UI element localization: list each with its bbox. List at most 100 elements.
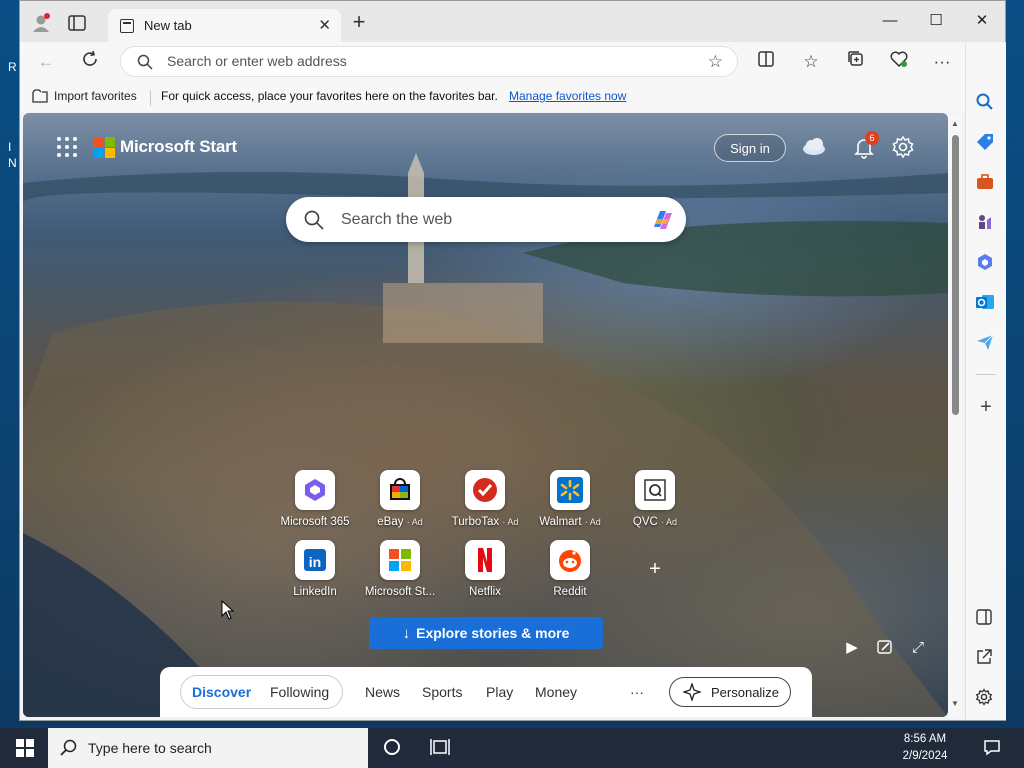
notification-count-badge: 6: [865, 131, 879, 145]
tab-play[interactable]: Play: [486, 684, 513, 700]
tile-label: Reddit: [553, 586, 587, 598]
back-icon[interactable]: ←: [34, 50, 58, 74]
more-tabs-button[interactable]: ···: [630, 684, 644, 700]
tab-news[interactable]: News: [365, 684, 400, 700]
favorites-icon[interactable]: ☆: [799, 50, 823, 74]
tab-money[interactable]: Money: [535, 684, 577, 700]
clock-time: 8:56 AM: [903, 733, 947, 745]
clock-date: 2/9/2024: [902, 750, 948, 762]
page-settings-gear-icon[interactable]: [891, 135, 915, 159]
tab-following[interactable]: Following: [270, 684, 329, 700]
expand-icon[interactable]: ⤢: [909, 639, 927, 657]
shopping-tag-icon[interactable]: [975, 132, 997, 154]
search-icon[interactable]: [975, 92, 997, 114]
quick-link-tile[interactable]: QVC · Ad: [615, 470, 695, 536]
tab-title: New tab: [144, 18, 192, 33]
close-tab-icon[interactable]: ✕: [318, 16, 331, 34]
address-input[interactable]: [167, 53, 687, 69]
settings-more-icon[interactable]: ···: [930, 50, 954, 74]
edit-background-icon[interactable]: [876, 639, 894, 657]
play-icon[interactable]: ▶: [843, 639, 861, 657]
scroll-up-icon[interactable]: ▲: [951, 119, 959, 128]
personalize-label: Personalize: [711, 685, 779, 700]
scroll-thumb[interactable]: [952, 135, 959, 415]
qvc-icon: [635, 470, 675, 510]
sidebar-settings-gear-icon[interactable]: [975, 688, 997, 710]
tile-label: QVC · Ad: [632, 516, 678, 528]
sparkle-star-icon: [683, 683, 701, 701]
quick-link-tile[interactable]: Walmart · Ad: [530, 470, 610, 536]
feed-navigation: Discover Following News Sports Play Mone…: [160, 667, 812, 717]
quick-link-tile[interactable]: Microsoft 365: [275, 470, 355, 536]
action-center-icon[interactable]: [982, 738, 1002, 758]
favorites-bar: Import favorites For quick access, place…: [20, 82, 1005, 112]
hide-sidebar-icon[interactable]: [975, 608, 997, 630]
copilot-icon[interactable]: [648, 205, 678, 235]
tab-discover[interactable]: Discover: [192, 684, 251, 700]
tab-new-tab[interactable]: New tab ✕: [108, 9, 341, 43]
turbotax-icon: [465, 470, 505, 510]
tab-actions-icon[interactable]: [68, 15, 86, 31]
maximize-button[interactable]: ☐: [913, 7, 959, 35]
taskbar-search-box[interactable]: Type here to search: [48, 728, 368, 768]
quick-link-tile[interactable]: TurboTax · Ad: [445, 470, 525, 536]
ebay-icon: [380, 470, 420, 510]
sign-in-button[interactable]: Sign in: [714, 134, 786, 162]
profile-icon[interactable]: [30, 12, 52, 34]
add-sidebar-app-icon[interactable]: +: [975, 396, 997, 418]
open-external-icon[interactable]: [975, 648, 997, 670]
quick-link-tile[interactable]: Microsoft St...: [360, 540, 440, 606]
divider: [150, 90, 151, 106]
mouse-cursor-icon: [221, 600, 235, 620]
task-view-icon[interactable]: [430, 738, 450, 758]
games-chess-icon[interactable]: [975, 212, 997, 234]
browser-essentials-icon[interactable]: [887, 50, 911, 74]
explore-stories-button[interactable]: ↓ Explore stories & more: [369, 617, 603, 649]
tile-label: Netflix: [469, 586, 501, 598]
import-favorites-button[interactable]: Import favorites: [32, 89, 137, 103]
personalize-button[interactable]: Personalize: [669, 677, 791, 707]
quick-link-tile[interactable]: eBay · Ad: [360, 470, 440, 536]
taskbar-search-placeholder: Type here to search: [88, 740, 212, 756]
add-site-button[interactable]: +: [635, 549, 675, 589]
tile-label: Microsoft 365: [280, 516, 350, 528]
edge-sidebar: +: [965, 42, 1006, 720]
scroll-down-icon[interactable]: ▼: [951, 699, 959, 708]
favorite-star-icon[interactable]: ☆: [708, 52, 723, 72]
desktop-icon-fragment: I: [8, 140, 12, 154]
cortana-icon[interactable]: [382, 738, 402, 758]
taskbar-clock[interactable]: 8:56 AM 2/9/2024: [890, 731, 960, 765]
collections-icon[interactable]: [843, 50, 867, 74]
outlook-icon[interactable]: [975, 292, 997, 314]
drop-send-icon[interactable]: [975, 332, 997, 354]
split-screen-icon[interactable]: [754, 50, 778, 74]
windows-start-icon[interactable]: [16, 739, 34, 757]
brand-title[interactable]: Microsoft Start: [120, 137, 237, 157]
page-scrollbar[interactable]: ▲ ▼: [948, 113, 962, 717]
close-window-button[interactable]: ✕: [959, 7, 1005, 35]
apps-launcher-icon[interactable]: [57, 137, 77, 157]
new-tab-page: Microsoft Start Sign in 6 Search the web…: [23, 113, 948, 717]
divider: [976, 374, 996, 375]
weather-cloud-icon[interactable]: [801, 135, 827, 157]
new-tab-button[interactable]: +: [347, 11, 371, 35]
tile-label: TurboTax · Ad: [451, 516, 519, 528]
web-search-box[interactable]: Search the web: [286, 197, 686, 242]
netflix-icon: [465, 540, 505, 580]
microsoft-store-icon: [380, 540, 420, 580]
manage-favorites-link[interactable]: Manage favorites now: [509, 89, 626, 103]
minimize-button[interactable]: —: [867, 7, 913, 35]
microsoft-logo-icon: [94, 137, 115, 158]
search-icon: [60, 739, 77, 756]
new-tab-favicon-icon: [120, 19, 134, 33]
quick-link-tile[interactable]: Netflix: [445, 540, 525, 606]
refresh-icon[interactable]: [78, 50, 102, 74]
address-bar[interactable]: ☆: [120, 46, 738, 77]
tab-sports[interactable]: Sports: [422, 684, 462, 700]
quick-link-tile[interactable]: in LinkedIn: [275, 540, 355, 606]
tools-briefcase-icon[interactable]: [975, 172, 997, 194]
microsoft365-icon[interactable]: [975, 252, 997, 274]
search-icon: [137, 54, 153, 70]
quick-link-tile[interactable]: Reddit: [530, 540, 610, 606]
search-icon: [304, 210, 324, 230]
